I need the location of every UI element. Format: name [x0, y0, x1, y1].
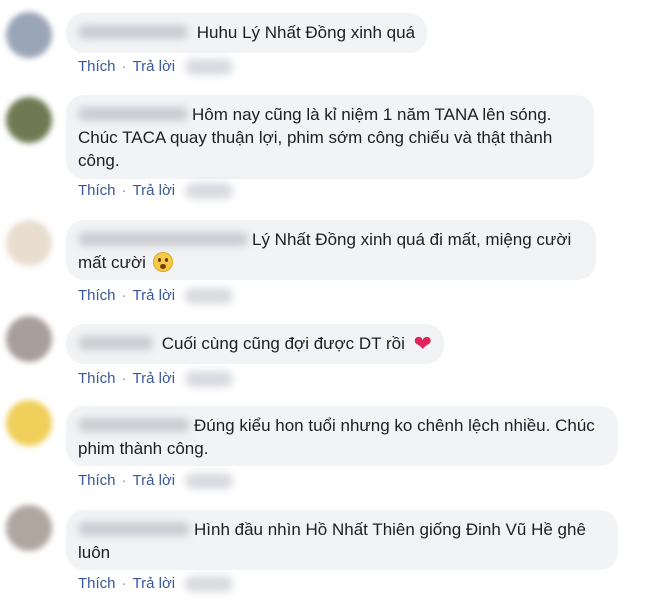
comment-text-line-1: Hôm nay cũng là kỉ niệm 1 năm TANA lên s…	[192, 105, 552, 124]
comment-text-line-1: Đúng kiểu hon tuổi nhưng ko chênh lệch n…	[194, 416, 595, 435]
comment-text-line-1: Hình đầu nhìn Hồ Nhất Thiên giống Đinh V…	[194, 520, 586, 539]
comment-bubble: Lý Nhất Đồng xinh quá đi mất, miệng cười…	[66, 220, 596, 280]
avatar[interactable]	[6, 316, 52, 362]
timestamp[interactable]	[185, 575, 234, 592]
commenter-name[interactable]	[78, 522, 190, 536]
separator: ·	[121, 575, 127, 592]
avatar[interactable]	[6, 220, 52, 266]
heart-emoji: ❤	[413, 331, 433, 356]
timestamp[interactable]	[185, 58, 234, 75]
comment-text-line-1: Lý Nhất Đồng xinh quá đi mất, miệng cười	[252, 230, 572, 249]
timestamp[interactable]	[185, 182, 234, 199]
like-link[interactable]: Thích	[78, 287, 116, 304]
comment-bubble: Cuối cùng cũng đợi được DT rồi ❤	[66, 324, 445, 364]
comment-actions: Thích · Trả lời	[78, 370, 234, 387]
like-link[interactable]: Thích	[78, 370, 116, 387]
comment-bubble: Hôm nay cũng là kỉ niệm 1 năm TANA lên s…	[66, 95, 594, 179]
reply-link[interactable]: Trả lời	[133, 370, 176, 387]
comment-bubble: Hình đầu nhìn Hồ Nhất Thiên giống Đinh V…	[66, 510, 618, 570]
comment-actions: Thích · Trả lời	[78, 287, 234, 304]
commenter-name[interactable]	[78, 336, 153, 350]
separator: ·	[121, 182, 127, 199]
comment-text-line-3: công.	[78, 151, 120, 170]
comment-actions: Thích · Trả lời	[78, 472, 234, 489]
hushed-face-emoji	[152, 252, 173, 272]
separator: ·	[121, 370, 127, 387]
avatar[interactable]	[6, 400, 52, 446]
comment-text-line-2: Chúc TACA quay thuận lợi, phim sớm công …	[78, 128, 553, 147]
separator: ·	[121, 287, 127, 304]
reply-link[interactable]: Trả lời	[133, 287, 176, 304]
commenter-name[interactable]	[78, 25, 188, 39]
comment-bubble: Huhu Lý Nhất Đồng xinh quá	[66, 13, 428, 53]
avatar[interactable]	[6, 505, 52, 551]
comment-text-line-2: mất cười	[78, 253, 146, 272]
timestamp[interactable]	[185, 370, 234, 387]
comment-text: Huhu Lý Nhất Đồng xinh quá	[196, 23, 416, 42]
reply-link[interactable]: Trả lời	[133, 182, 176, 199]
like-link[interactable]: Thích	[78, 182, 116, 199]
comment-text-line-2: luôn	[78, 543, 111, 562]
comment-actions: Thích · Trả lời	[78, 58, 234, 75]
reply-link[interactable]: Trả lời	[133, 58, 176, 75]
avatar[interactable]	[6, 12, 52, 58]
avatar[interactable]	[6, 97, 52, 143]
comment-text: Cuối cùng cũng đợi được DT rồi	[161, 334, 405, 353]
like-link[interactable]: Thích	[78, 58, 116, 75]
timestamp[interactable]	[185, 287, 234, 304]
like-link[interactable]: Thích	[78, 472, 116, 489]
like-link[interactable]: Thích	[78, 575, 116, 592]
comment-text-line-2: phim thành công.	[78, 439, 209, 458]
timestamp[interactable]	[185, 472, 234, 489]
commenter-name[interactable]	[78, 107, 188, 121]
separator: ·	[121, 58, 127, 75]
comment-actions: Thích · Trả lời	[78, 575, 234, 592]
commenter-name[interactable]	[78, 232, 248, 246]
commenter-name[interactable]	[78, 418, 190, 432]
reply-link[interactable]: Trả lời	[133, 575, 176, 592]
separator: ·	[121, 472, 127, 489]
comment-bubble: Đúng kiểu hon tuổi nhưng ko chênh lệch n…	[66, 406, 618, 466]
comment-actions: Thích · Trả lời	[78, 182, 234, 199]
reply-link[interactable]: Trả lời	[133, 472, 176, 489]
